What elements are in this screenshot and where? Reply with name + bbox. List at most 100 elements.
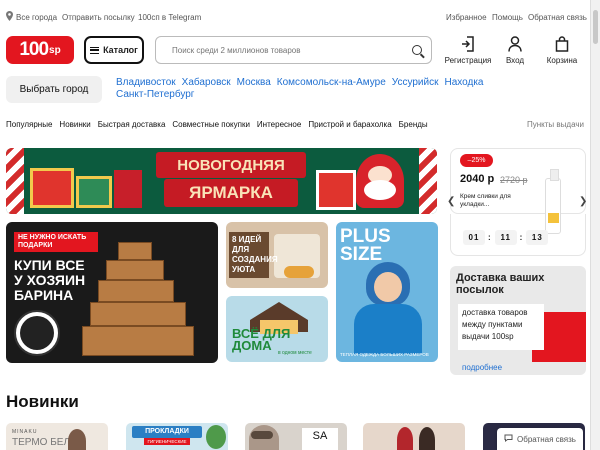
search-icon[interactable] [412,45,422,55]
gift-box [76,176,112,208]
cozy-title: 8 ИДЕЙ ДЛЯ СОЗДАНИЯ УЮТА [229,232,278,278]
discount-badge: –25% [460,154,493,167]
nav-item[interactable]: Интересное [257,120,301,129]
timer-hours: 01 [463,230,485,245]
gift-box [106,260,164,280]
nav-item[interactable]: Совместные покупки [172,120,250,129]
gift-box [82,326,194,356]
cozy-ideas-tile[interactable]: 8 ИДЕЙ ДЛЯ СОЗДАНИЯ УЮТА [226,222,328,288]
nav-item[interactable]: Бренды [399,120,428,129]
candle-light [284,266,314,278]
scrollbar-thumb[interactable] [593,10,598,44]
location-pin-icon [6,11,13,23]
page: Все города Отправить посылку 100сп в Tel… [0,0,600,450]
plus-footer: ТЕПЛАЯ ОДЕЖДА БОЛЬШИХ РАЗМЕРОВ [340,352,429,357]
model-image [68,429,86,450]
plus-title: PLUS SIZE [340,226,391,265]
promo-price: 2040 р [460,173,495,185]
delivery-text: доставка товаров между пунктами выдачи 1… [458,304,544,350]
register-button[interactable]: Регистрация [443,36,493,65]
home-title: ВСЁ ДЛЯ ДОМА [232,326,291,353]
city-link[interactable]: Санкт-Петербург [116,89,194,100]
product-card[interactable]: MINAKU ТЕРМО БЕЛЬЕ [6,423,108,450]
choose-city-button[interactable]: Выбрать город [6,76,102,103]
delivery-title: Доставка ваших посылок [456,272,545,296]
card-text: SA [302,428,338,450]
child-image [419,427,435,450]
bags-title: КУПИ ВСЕ У ХОЗЯИН БАРИНА [14,257,86,303]
favorites-link[interactable]: Избранное [446,13,487,22]
delivery-tile[interactable]: Доставка ваших посылок доставка товаров … [450,266,586,375]
promo-product-name[interactable]: Крем сливки для укладки... [460,193,516,209]
feedback-link[interactable]: Обратная связь [528,13,587,22]
user-icon [490,36,540,52]
jacket-image [354,304,422,354]
gift-box [118,242,152,260]
register-label: Регистрация [444,56,492,65]
city-link[interactable]: Хабаровск [182,77,231,88]
catalog-button[interactable]: Каталог [84,36,144,64]
nav-item[interactable]: Популярные [6,120,52,129]
nav-item[interactable]: Новинки [59,120,90,129]
card-text: ПРОКЛАДКИ [132,426,202,438]
santa-beard [364,180,396,200]
city-link[interactable]: Комсомольск-на-Амуре [277,77,386,88]
pickup-points-link[interactable]: Пункты выдачи [527,120,584,129]
bags-tag: НЕ НУЖНО ИСКАТЬ ПОДАРКИ [14,232,98,252]
home-subtitle: в одном месте [278,350,312,356]
candy-stripe [6,148,24,214]
holiday-fair-banner[interactable]: НОВОГОДНЯЯ ЯРМАРКА [6,148,437,214]
leaf-image [206,425,226,449]
city-link[interactable]: Уссурийск [392,77,439,88]
brand-seal-inner [20,316,54,350]
gift-box [316,170,356,210]
delivery-more-link[interactable]: подробнее [462,363,502,372]
city-select-link[interactable]: Все города [16,13,57,22]
product-card[interactable] [363,423,465,450]
home-goods-tile[interactable]: ВСЁ ДЛЯ ДОМА в одном месте [226,296,328,362]
scrollbar[interactable] [590,0,600,450]
login-arrow-icon [443,36,493,52]
gift-box [90,302,186,326]
logo[interactable]: 100 sp [6,36,74,64]
search-input[interactable] [172,45,402,55]
city-link[interactable]: Находка [444,77,483,88]
banner-subtitle: ЯРМАРКА [164,179,298,207]
chat-icon [504,434,513,444]
model-image [249,425,279,450]
help-link[interactable]: Помощь [492,13,523,22]
promo-old-price: 2720 р [500,175,528,185]
city-link[interactable]: Владивосток [116,77,176,88]
card-subtitle: ГИГИЕНИЧЕСКИЕ [144,438,190,445]
gift-box [30,168,74,208]
product-card[interactable]: ПРОКЛАДКИ ГИГИЕНИЧЕСКИЕ [126,423,228,450]
telegram-link[interactable]: 100сп в Telegram [138,13,201,22]
logo-suffix: sp [49,44,61,56]
feedback-label: Обратная связь [517,434,576,444]
chevron-left-icon[interactable]: ❮ [447,196,455,207]
logo-text: 100 [19,39,49,60]
model-face [374,272,402,302]
login-label: Вход [505,56,525,65]
cart-label: Корзина [546,56,578,65]
product-card[interactable]: SA [245,423,347,450]
gift-box [114,170,142,208]
banner-title: НОВОГОДНЯЯ [156,152,306,178]
section-title: Новинки [6,392,79,411]
nav-item[interactable]: Пристрой и барахолка [308,120,391,129]
countdown-timer: 01:11:13 [460,230,551,245]
city-link[interactable]: Москва [237,77,271,88]
search-box [155,36,432,64]
top-bar: Все города Отправить посылку 100сп в Tel… [0,0,590,34]
nav-item[interactable]: Быстрая доставка [98,120,166,129]
product-image[interactable] [545,169,561,234]
chevron-right-icon[interactable]: ❯ [579,196,587,207]
plus-size-tile[interactable]: PLUS SIZE ТЕПЛАЯ ОДЕЖДА БОЛЬШИХ РАЗМЕРОВ [336,222,438,362]
login-button[interactable]: Вход [490,36,540,65]
feedback-button[interactable]: Обратная связь [497,428,583,450]
bags-promo-tile[interactable]: НЕ НУЖНО ИСКАТЬ ПОДАРКИ КУПИ ВСЕ У ХОЗЯИ… [6,222,218,363]
cart-button[interactable]: Корзина [537,36,587,65]
send-parcel-link[interactable]: Отправить посылку [62,13,135,22]
candy-stripe [419,148,437,214]
menu-icon [90,46,100,54]
